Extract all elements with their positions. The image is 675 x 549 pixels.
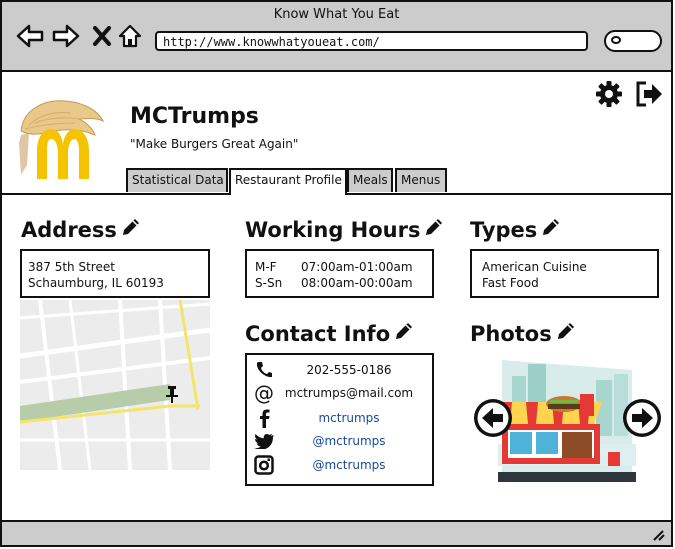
address-line-1: 387 5th Street — [28, 260, 115, 274]
home-icon[interactable] — [116, 22, 144, 50]
types-section-title: Types — [470, 217, 561, 242]
url-input[interactable]: http://www.knowwhatyoueat.com/ — [155, 31, 588, 51]
working-time: 07:00am-01:00am — [301, 260, 413, 274]
tab-menus[interactable]: Menus — [395, 168, 447, 192]
address-section-title: Address — [21, 217, 141, 242]
contact-phone: 202-555-0186 — [306, 363, 392, 377]
working-days: M-F — [255, 260, 277, 274]
working-hours-row: S-Sn 08:00am-00:00am — [255, 275, 424, 291]
instagram-icon — [253, 455, 275, 475]
contact-twitter[interactable]: @mctrumps — [275, 434, 423, 448]
types-box: American Cuisine Fast Food — [470, 249, 659, 298]
tab-restaurant-profile[interactable]: Restaurant Profile — [229, 168, 347, 195]
contact-box: 202-555-0186 @ mctrumps@mail.com mctrump… — [245, 353, 434, 486]
search-icon — [611, 36, 621, 44]
tab-meals[interactable]: Meals — [347, 168, 393, 192]
address-title: Address — [21, 217, 117, 242]
contact-facebook-row: mctrumps — [253, 408, 423, 428]
edit-photos-icon[interactable] — [556, 321, 576, 346]
contact-section-title: Contact Info — [245, 321, 414, 346]
contact-title: Contact Info — [245, 321, 391, 346]
address-box: 387 5th Street Schaumburg, IL 60193 — [20, 249, 210, 298]
window-title: Know What You Eat — [273, 7, 400, 22]
contact-twitter-row: @mctrumps — [253, 431, 423, 451]
arrow-right-icon[interactable] — [52, 22, 80, 50]
resize-grip-icon[interactable] — [651, 529, 665, 541]
status-bar — [2, 520, 671, 545]
at-sign-icon: @ — [254, 381, 274, 405]
phone-icon — [253, 360, 275, 380]
types-title: Types — [470, 217, 538, 242]
twitter-icon — [253, 431, 275, 451]
next-photo-button[interactable] — [622, 398, 662, 438]
facebook-icon — [253, 408, 275, 428]
contact-email[interactable]: mctrumps@mail.com — [275, 386, 423, 400]
restaurant-name: MCTrumps — [130, 104, 259, 129]
edit-working-hours-icon[interactable] — [424, 217, 444, 242]
photos-title: Photos — [470, 321, 552, 346]
working-hours-box: M-F 07:00am-01:00am S-Sn 08:00am-00:00am — [245, 249, 434, 298]
address-line-2: Schaumburg, IL 60193 — [28, 276, 164, 290]
edit-contact-icon[interactable] — [394, 321, 414, 346]
arrow-left-circle-icon — [474, 399, 512, 437]
contact-facebook[interactable]: mctrumps — [275, 411, 423, 425]
gear-icon[interactable] — [595, 80, 623, 108]
logout-icon[interactable] — [634, 80, 662, 108]
contact-instagram-row: @mctrumps — [253, 455, 423, 475]
browser-toolbar: Know What You Eat http://www.knowwhatyou… — [2, 2, 671, 72]
address-map[interactable] — [20, 300, 210, 470]
search-button[interactable] — [604, 30, 662, 52]
restaurant-logo — [15, 95, 107, 183]
restaurant-slogan: "Make Burgers Great Again" — [130, 137, 299, 151]
previous-photo-button[interactable] — [473, 398, 513, 438]
arrow-right-circle-icon — [623, 399, 661, 437]
working-days: S-Sn — [255, 276, 283, 290]
restaurant-photo — [498, 356, 636, 482]
working-hours-row: M-F 07:00am-01:00am — [255, 259, 424, 275]
working-hours-section-title: Working Hours — [245, 217, 444, 242]
working-time: 08:00am-00:00am — [301, 276, 413, 290]
tab-statistical-data[interactable]: Statistical Data — [126, 168, 228, 192]
working-hours-title: Working Hours — [245, 217, 421, 242]
arrow-left-icon[interactable] — [16, 22, 44, 50]
photos-section-title: Photos — [470, 321, 576, 346]
edit-address-icon[interactable] — [121, 217, 141, 242]
type-item: Fast Food — [482, 276, 539, 290]
edit-types-icon[interactable] — [541, 217, 561, 242]
type-item: American Cuisine — [482, 260, 587, 274]
close-icon[interactable] — [88, 22, 116, 50]
contact-instagram[interactable]: @mctrumps — [275, 458, 423, 472]
contact-email-row: @ mctrumps@mail.com — [253, 381, 423, 405]
contact-phone-row: 202-555-0186 — [253, 360, 423, 380]
